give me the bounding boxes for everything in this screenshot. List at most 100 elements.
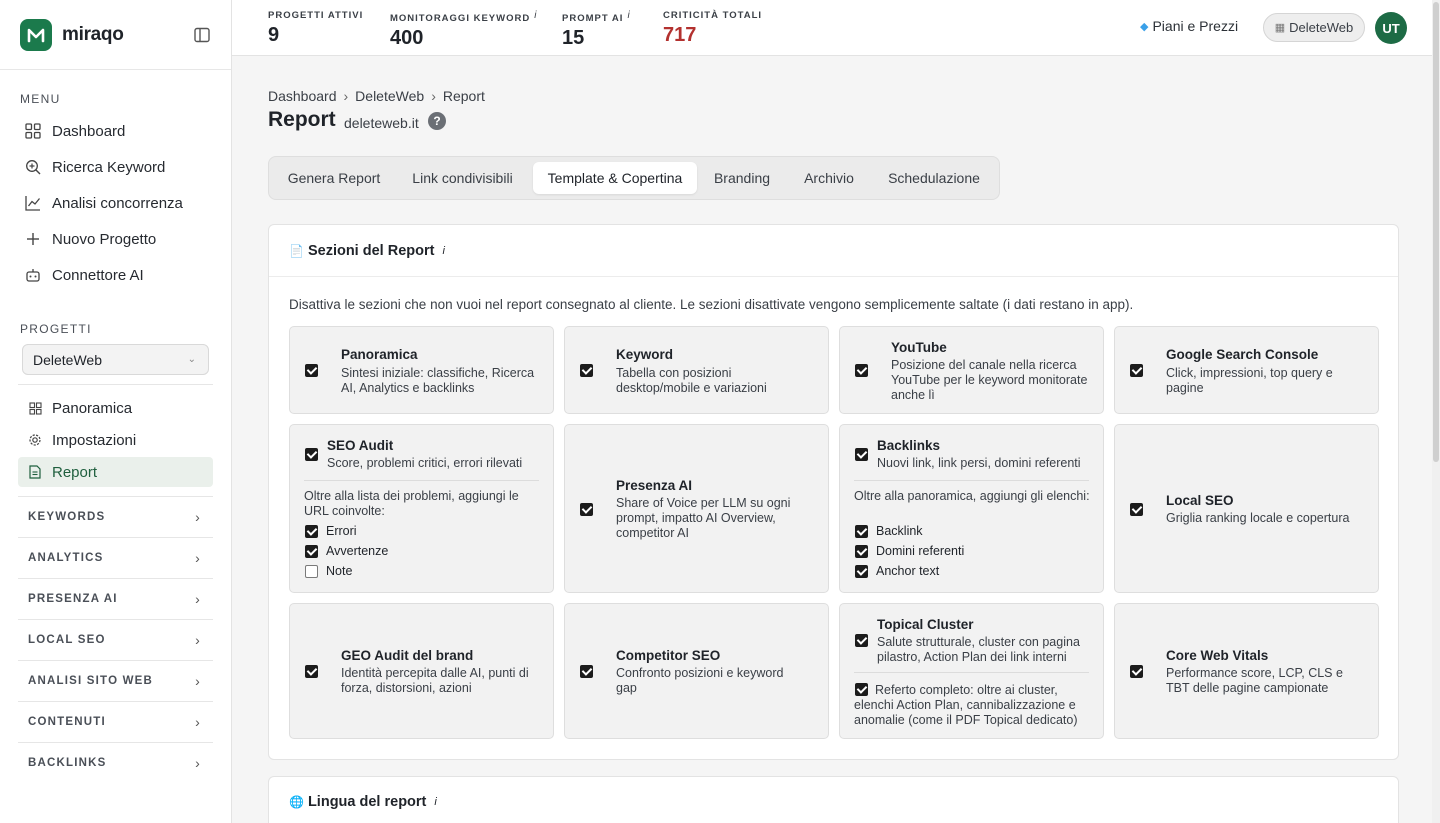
section-checkbox[interactable] xyxy=(1130,665,1143,678)
section-checkbox[interactable] xyxy=(855,448,868,461)
logo-icon[interactable] xyxy=(20,18,52,51)
line-chart-icon xyxy=(24,194,42,212)
section-description: Click, impressioni, top query e pagine xyxy=(1166,366,1333,395)
option-label: Backlink xyxy=(876,524,923,538)
option-checkbox[interactable] xyxy=(305,564,318,578)
nav-group-label: ANALISI SITO WEB xyxy=(28,674,154,687)
option-checkbox[interactable] xyxy=(305,544,318,558)
option-checkbox[interactable] xyxy=(855,524,868,538)
section-youtube: YouTube Posizione del canale nella ricer… xyxy=(839,326,1104,414)
stat-label: PROGETTI ATTIVI xyxy=(268,10,364,21)
option-referto-completo[interactable]: Referto completo: oltre ai cluster, elen… xyxy=(854,683,1092,728)
info-icon[interactable]: i xyxy=(627,10,630,21)
option-note[interactable]: Note xyxy=(305,564,352,578)
section-title: Google Search Console xyxy=(1166,347,1319,362)
nav-group-contenuti[interactable]: CONTENUTI › xyxy=(18,701,213,741)
chevron-right-icon: › xyxy=(195,549,201,566)
project-item-report[interactable]: Report xyxy=(18,457,213,487)
project-select[interactable]: DeleteWeb ⌄ xyxy=(22,344,209,375)
chevron-right-icon: › xyxy=(195,754,201,771)
info-icon[interactable]: i xyxy=(442,245,444,257)
nav-group-keywords[interactable]: KEYWORDS › xyxy=(18,496,213,536)
project-item-panoramica[interactable]: Panoramica xyxy=(18,393,213,423)
project-item-impostazioni[interactable]: Impostazioni xyxy=(18,425,213,455)
tab-archivio[interactable]: Archivio xyxy=(787,162,871,194)
option-errori[interactable]: Errori xyxy=(305,524,357,538)
nav-group-presenza-ai[interactable]: PRESENZA AI › xyxy=(18,578,213,618)
nav-group-label: KEYWORDS xyxy=(28,510,106,523)
sidebar-toggle-icon[interactable] xyxy=(193,26,211,44)
section-description: Identità percepita dalle AI, punti di fo… xyxy=(341,666,529,695)
option-avvertenze[interactable]: Avvertenze xyxy=(305,544,388,558)
tab-schedulazione[interactable]: Schedulazione xyxy=(875,162,993,194)
section-checkbox[interactable] xyxy=(305,665,318,678)
section-checkbox[interactable] xyxy=(580,665,593,678)
section-title: Backlinks xyxy=(877,438,941,453)
section-checkbox[interactable] xyxy=(1130,503,1143,516)
help-icon[interactable]: ? xyxy=(428,112,446,130)
card-title: Sezioni del Report xyxy=(307,242,435,259)
option-checkbox[interactable] xyxy=(305,524,318,538)
section-description: Nuovi link, link persi, domini referenti xyxy=(877,456,1081,470)
nav-item-connettore-ai[interactable]: Connettore AI xyxy=(20,259,214,291)
scrollbar-thumb[interactable] xyxy=(1433,2,1439,462)
option-checkbox[interactable] xyxy=(855,564,868,578)
nav-group-label: BACKLINKS xyxy=(28,756,107,769)
tab-template-copertina[interactable]: Template & Copertina xyxy=(533,162,697,194)
nav-item-nuovo-progetto[interactable]: Nuovo Progetto xyxy=(20,223,214,255)
option-backlink[interactable]: Backlink xyxy=(855,524,923,538)
divider xyxy=(854,480,1089,481)
nav-group-backlinks[interactable]: BACKLINKS › xyxy=(18,742,213,782)
report-sections-card: 📄 Sezioni del Report i Disattiva le sezi… xyxy=(268,224,1399,760)
tab-link-condivisibili[interactable]: Link condivisibili xyxy=(396,162,529,194)
chevron-down-icon: ⌄ xyxy=(187,354,196,365)
tab-genera-report[interactable]: Genera Report xyxy=(274,162,394,194)
section-checkbox[interactable] xyxy=(855,364,868,377)
project-item-label: Panoramica xyxy=(52,399,133,417)
document-icon xyxy=(28,465,42,479)
stat-label: CRITICITÀ TOTALI xyxy=(663,10,763,21)
section-title: Presenza AI xyxy=(616,478,693,493)
nav-item-dashboard[interactable]: Dashboard xyxy=(20,115,214,147)
nav-group-analisi-sito-web[interactable]: ANALISI SITO WEB › xyxy=(18,660,213,700)
section-checkbox[interactable] xyxy=(580,364,593,377)
nav-item-label: Dashboard xyxy=(52,122,126,140)
stat-prompt-ai: PROMPT AI i 15 xyxy=(562,10,631,50)
nav-item-label: Ricerca Keyword xyxy=(52,158,166,176)
option-domini-referenti[interactable]: Domini referenti xyxy=(855,544,964,558)
section-note: Oltre alla lista dei problemi, aggiungi … xyxy=(304,489,519,518)
card-description: Disattiva le sezioni che non vuoi nel re… xyxy=(289,297,1134,312)
avatar[interactable]: UT xyxy=(1375,12,1407,44)
section-keyword: Keyword Tabella con posizioni desktop/mo… xyxy=(564,326,829,414)
grid-icon xyxy=(24,122,42,140)
plans-link[interactable]: ◆ Piani e Prezzi xyxy=(1140,18,1238,34)
nav-group-local-seo[interactable]: LOCAL SEO › xyxy=(18,619,213,659)
option-anchor-text[interactable]: Anchor text xyxy=(855,564,939,578)
section-checkbox[interactable] xyxy=(580,503,593,516)
stat-value: 9 xyxy=(268,24,280,46)
section-checkbox[interactable] xyxy=(855,634,868,647)
section-checkbox[interactable] xyxy=(305,364,318,377)
breadcrumb-item-project[interactable]: DeleteWeb xyxy=(355,88,424,104)
breadcrumb-item-dashboard[interactable]: Dashboard xyxy=(268,88,337,104)
section-presenza-ai: Presenza AI Share of Voice per LLM su og… xyxy=(564,424,829,593)
chevron-right-icon: › xyxy=(195,672,201,689)
nav-item-analisi-concorrenza[interactable]: Analisi concorrenza xyxy=(20,187,214,219)
robot-icon xyxy=(24,266,42,284)
option-checkbox[interactable] xyxy=(855,544,868,558)
account-switcher-button[interactable]: ▦ DeleteWeb xyxy=(1263,13,1365,42)
section-local-seo: Local SEO Griglia ranking locale e coper… xyxy=(1114,424,1379,593)
nav-item-label: Connettore AI xyxy=(52,266,144,284)
nav-group-label: PRESENZA AI xyxy=(28,592,118,605)
projects-label: PROGETTI xyxy=(20,322,92,336)
gear-icon xyxy=(28,433,42,447)
section-checkbox[interactable] xyxy=(1130,364,1143,377)
nav-item-label: Analisi concorrenza xyxy=(52,194,183,212)
tab-branding[interactable]: Branding xyxy=(701,162,783,194)
nav-group-analytics[interactable]: ANALYTICS › xyxy=(18,537,213,577)
info-icon[interactable]: i xyxy=(434,796,436,808)
section-checkbox[interactable] xyxy=(305,448,318,461)
nav-item-ricerca-keyword[interactable]: Ricerca Keyword xyxy=(20,151,214,183)
page-scrollbar[interactable] xyxy=(1432,0,1440,823)
info-icon[interactable]: i xyxy=(534,10,537,21)
